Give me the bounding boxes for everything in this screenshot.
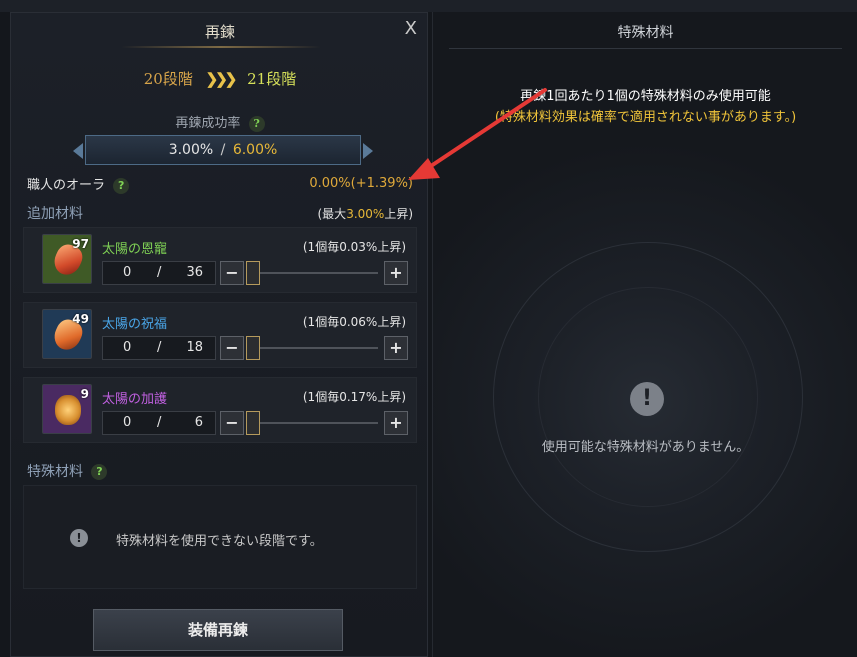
plus-button[interactable]: +: [384, 336, 408, 360]
quantity-slider: − +: [220, 336, 408, 360]
special-materials-header: 特殊材料 ?: [27, 461, 108, 481]
quantity-slider: − +: [220, 411, 408, 435]
rate-separator: /: [220, 142, 226, 158]
info-icon: !: [70, 529, 88, 547]
help-icon[interactable]: ?: [248, 115, 265, 132]
quantity-current: 0: [123, 415, 132, 430]
quantity-max: 36: [186, 265, 203, 280]
slider-thumb[interactable]: [246, 336, 260, 360]
background-window-strip: [0, 0, 857, 12]
success-rate-label: 再鍊成功率 ?: [11, 112, 429, 132]
material-name: 太陽の祝福: [102, 317, 168, 332]
stage-to: 21段階: [247, 70, 297, 88]
plus-button[interactable]: +: [384, 411, 408, 435]
quantity-separator: /: [157, 340, 162, 355]
quantity-max: 6: [194, 415, 203, 430]
info-icon: !: [630, 382, 664, 416]
owned-count: 97: [72, 237, 89, 251]
material-icon[interactable]: 9: [42, 384, 92, 434]
divider: [449, 48, 842, 49]
slider-thumb[interactable]: [246, 261, 260, 285]
owned-count: 49: [72, 312, 89, 326]
rate-current: 3.00%: [168, 142, 214, 158]
slider-track[interactable]: [248, 422, 378, 424]
annotation-arrow-icon: [408, 88, 547, 180]
minus-button[interactable]: −: [220, 411, 244, 435]
help-icon[interactable]: ?: [91, 464, 108, 480]
bar-right-tip: [363, 143, 373, 159]
material-row: 49 太陽の祝福 (1個毎0.06%上昇) 0 / 18 − +: [23, 302, 417, 368]
quantity-separator: /: [157, 265, 162, 280]
stage-from: 20段階: [143, 70, 193, 88]
material-name: 太陽の恩寵: [102, 242, 168, 257]
special-materials-title: 特殊材料: [27, 464, 83, 480]
artisan-aura-text: 職人のオーラ: [27, 178, 106, 193]
equipment-refine-button[interactable]: 装備再鍊: [93, 609, 343, 651]
success-rate-text: 再鍊成功率: [175, 116, 241, 131]
material-row: 9 太陽の加護 (1個毎0.17%上昇) 0 / 6 − +: [23, 377, 417, 443]
slider-thumb[interactable]: [246, 411, 260, 435]
slider-track[interactable]: [248, 347, 378, 349]
help-icon[interactable]: ?: [113, 177, 130, 194]
success-rate-bar: 3.00% / 6.00%: [85, 135, 361, 165]
max-note-prefix: (最大: [317, 207, 347, 221]
max-note-suffix: 上昇): [384, 207, 413, 221]
quantity-current: 0: [123, 265, 132, 280]
rate-max: 6.00%: [232, 142, 278, 158]
minus-button[interactable]: −: [220, 261, 244, 285]
plus-button[interactable]: +: [384, 261, 408, 285]
material-bonus: (1個毎0.06%上昇): [302, 315, 406, 329]
material-name: 太陽の加護: [102, 392, 168, 407]
stage-indicator: 20段階 ❯❯❯ 21段階: [11, 68, 429, 89]
max-bonus-note: (最大3.00%上昇): [318, 205, 414, 222]
bar-left-tip: [73, 143, 83, 159]
minus-button[interactable]: −: [220, 336, 244, 360]
max-note-value: 3.00%: [346, 207, 385, 221]
stage-arrows-icon: ❯❯❯: [205, 70, 238, 88]
quantity-display: 0 / 18: [102, 336, 216, 360]
special-panel-title: 特殊材料: [617, 25, 674, 41]
empty-special-message: 使用可能な特殊材料がありません。: [541, 440, 750, 455]
special-material-slot: ! 特殊材料を使用できない段階です。: [23, 485, 417, 589]
refine-panel: 再鍊 X 20段階 ❯❯❯ 21段階 再鍊成功率 ? 3.00% / 6.00%…: [10, 12, 428, 657]
gem-icon: [55, 395, 81, 425]
quantity-max: 18: [186, 340, 203, 355]
close-button[interactable]: X: [405, 18, 417, 39]
quantity-separator: /: [157, 415, 162, 430]
quantity-slider: − +: [220, 261, 408, 285]
artisan-aura-value: 0.00%(+1.39%): [309, 176, 413, 191]
material-icon[interactable]: 49: [42, 309, 92, 359]
quantity-display: 0 / 36: [102, 261, 216, 285]
quantity-current: 0: [123, 340, 132, 355]
material-bonus: (1個毎0.03%上昇): [302, 240, 406, 254]
material-bonus: (1個毎0.17%上昇): [302, 390, 406, 404]
owned-count: 9: [80, 387, 89, 401]
refine-panel-title: 再鍊: [204, 23, 235, 41]
additional-materials-title: 追加材料: [27, 206, 83, 222]
slider-track[interactable]: [248, 272, 378, 274]
material-icon[interactable]: 97: [42, 234, 92, 284]
quantity-display: 0 / 6: [102, 411, 216, 435]
title-ornament: [121, 46, 321, 48]
artisan-aura-label: 職人のオーラ ?: [27, 174, 130, 194]
material-row: 97 太陽の恩寵 (1個毎0.03%上昇) 0 / 36 − +: [23, 227, 417, 293]
special-unavailable-message: 特殊材料を使用できない段階です。: [116, 534, 323, 549]
